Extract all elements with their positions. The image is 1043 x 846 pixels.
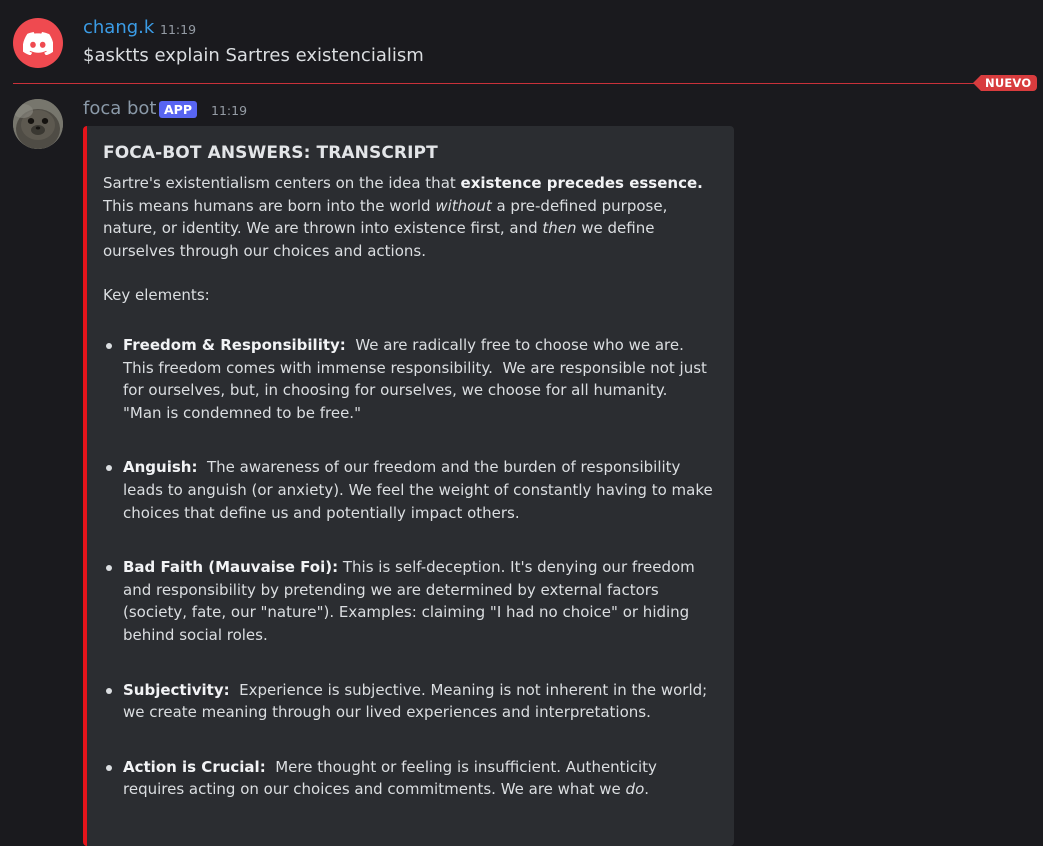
bullet-list: Freedom & Responsibility: We are radical… — [103, 334, 715, 801]
bullet-term: Freedom & Responsibility: — [123, 335, 346, 354]
embed-body: FOCA-BOT ANSWERS: TRANSCRIPT Sartre's ex… — [103, 140, 715, 801]
bullet-term: Anguish: — [123, 458, 198, 477]
bullet-term: Action is Crucial: — [123, 757, 266, 776]
key-elements-label: Key elements: — [103, 286, 210, 305]
intro-italic: without — [435, 196, 492, 215]
bullet-icon — [106, 565, 112, 572]
bot-username[interactable]: foca bot — [83, 97, 157, 121]
message-chang: chang.k 11:19 $asktts explain Sartres ex… — [0, 0, 1043, 76]
list-item: Freedom & Responsibility: We are radical… — [103, 334, 715, 424]
bullet-icon — [106, 342, 112, 349]
timestamp[interactable]: 11:19 — [211, 103, 247, 119]
list-item: Action is Crucial: Mere thought or feeli… — [103, 756, 715, 801]
bot-embed: FOCA-BOT ANSWERS: TRANSCRIPT Sartre's ex… — [83, 126, 734, 846]
bullet-icon — [106, 465, 112, 472]
intro-text: This means humans are born into the worl… — [103, 196, 436, 215]
new-messages-divider — [13, 83, 1030, 84]
intro-paragraph: Sartre's existentialism centers on the i… — [103, 172, 715, 262]
timestamp[interactable]: 11:19 — [160, 22, 196, 38]
list-item: Anguish: The awareness of our freedom an… — [103, 456, 715, 524]
seal-avatar[interactable] — [13, 99, 63, 149]
intro-italic: then — [542, 219, 577, 238]
bullet-text: . — [644, 780, 650, 799]
bullet-text: The awareness of our freedom and the bur… — [123, 458, 718, 522]
new-messages-badge: NUEVO — [973, 75, 1038, 91]
list-item: Subjectivity: Experience is subjective. … — [103, 679, 715, 724]
app-badge: APP — [159, 101, 197, 118]
intro-text: Sartre's existentialism centers on the i… — [103, 174, 461, 192]
discord-logo-icon[interactable] — [13, 18, 63, 68]
bullet-term: Bad Faith (Mauvaise Foi): — [123, 558, 339, 577]
embed-title: FOCA-BOT ANSWERS: TRANSCRIPT — [103, 143, 438, 163]
username[interactable]: chang.k — [83, 16, 154, 40]
message-content: $asktts explain Sartres existencialism — [83, 45, 424, 66]
bullet-icon — [106, 687, 112, 694]
bullet-italic: do — [625, 780, 645, 799]
bullet-icon — [106, 764, 112, 771]
embed-description: Sartre's existentialism centers on the i… — [103, 172, 715, 801]
bullet-term: Subjectivity: — [123, 680, 230, 699]
intro-bold: existence precedes essence. — [460, 174, 703, 192]
list-item: Bad Faith (Mauvaise Foi): This is self-d… — [103, 556, 715, 646]
